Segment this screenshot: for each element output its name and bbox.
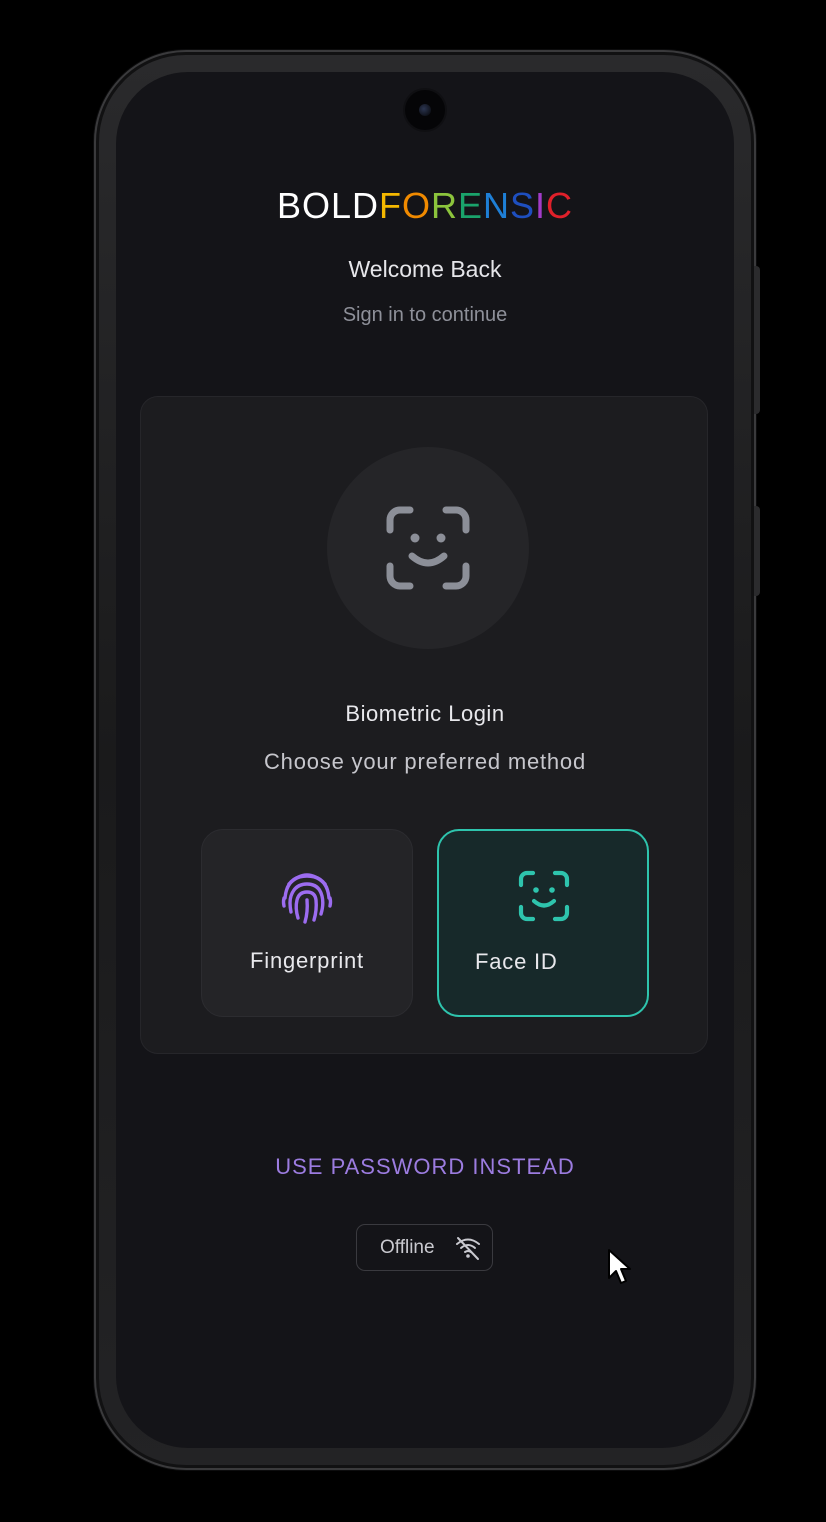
brand-logo-letter: E xyxy=(458,185,484,226)
wifi-off-icon xyxy=(456,1237,480,1260)
power-button xyxy=(754,506,760,596)
face-id-icon xyxy=(386,506,470,590)
device-stage: BOLDFORENSIC Welcome Back Sign in to con… xyxy=(0,0,826,1522)
brand-logo-letter: I xyxy=(535,185,547,226)
page-subtitle: Sign in to continue xyxy=(342,304,508,326)
biometric-subtitle: Choose your preferred method xyxy=(263,749,586,774)
mouse-cursor-icon xyxy=(608,1249,631,1284)
page-title: Welcome Back xyxy=(348,256,502,282)
front-camera xyxy=(405,90,445,130)
volume-button xyxy=(754,266,760,414)
brand-logo-letter: N xyxy=(483,185,511,226)
brand-logo-letter: O xyxy=(401,185,431,226)
face-id-option[interactable]: Face ID xyxy=(437,829,649,1017)
use-password-link[interactable]: USE PASSWORD INSTEAD xyxy=(116,1152,734,1182)
brand-logo: BOLDFORENSIC xyxy=(116,184,734,228)
brand-logo-part1: BOLD xyxy=(276,185,379,226)
fingerprint-option[interactable]: Fingerprint xyxy=(201,829,413,1017)
biometric-card: Biometric Login Choose your preferred me… xyxy=(140,396,708,1054)
biometric-icon-circle xyxy=(327,447,529,649)
offline-status-chip: Offline xyxy=(356,1224,493,1271)
brand-logo-letter: F xyxy=(378,185,402,226)
brand-logo-letter: R xyxy=(431,185,458,226)
face-id-label: Face ID xyxy=(475,949,558,974)
brand-logo-part2: FORENSIC xyxy=(379,185,573,226)
brand-logo-letter: C xyxy=(546,185,574,226)
fingerprint-label: Fingerprint xyxy=(250,948,364,973)
app-screen: BOLDFORENSIC Welcome Back Sign in to con… xyxy=(116,72,734,1448)
offline-label: Offline xyxy=(380,1237,435,1258)
brand-logo-letter: S xyxy=(510,185,536,226)
fingerprint-icon xyxy=(281,873,333,924)
face-id-icon xyxy=(518,870,570,922)
biometric-title: Biometric Login xyxy=(345,701,505,726)
